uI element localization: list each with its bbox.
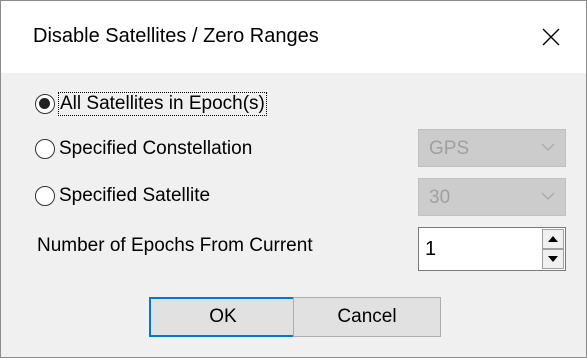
satellite-dropdown[interactable]: 30 — [418, 178, 566, 216]
constellation-dropdown-value: GPS — [429, 138, 470, 159]
title-bar: Disable Satellites / Zero Ranges — [1, 1, 586, 73]
spin-up-button[interactable] — [542, 229, 564, 249]
epochs-spinbox[interactable]: 1 — [418, 227, 566, 271]
radio-specified-satellite-button[interactable] — [35, 186, 55, 206]
dialog-title: Disable Satellites / Zero Ranges — [33, 25, 319, 47]
radio-specified-constellation-label: Specified Constellation — [59, 138, 253, 159]
radio-specified-satellite[interactable]: Specified Satellite — [35, 185, 210, 207]
ok-button[interactable]: OK — [149, 297, 297, 337]
radio-specified-satellite-label: Specified Satellite — [59, 185, 211, 206]
close-icon — [542, 28, 560, 46]
epochs-input[interactable]: 1 — [425, 238, 436, 261]
chevron-down-icon — [541, 192, 555, 200]
radio-all-satellites-label: All Satellites in Epoch(s) — [58, 92, 267, 116]
close-button[interactable] — [516, 1, 586, 73]
constellation-dropdown[interactable]: GPS — [418, 129, 566, 167]
radio-specified-constellation[interactable]: Specified Constellation — [35, 138, 252, 160]
radio-all-satellites-button[interactable] — [35, 94, 55, 114]
satellite-dropdown-value: 30 — [429, 187, 451, 208]
spin-down-icon — [548, 256, 558, 262]
dialog-window: Disable Satellites / Zero Ranges All Sat… — [0, 0, 587, 358]
radio-specified-constellation-button[interactable] — [35, 139, 55, 159]
cancel-button[interactable]: Cancel — [293, 297, 441, 337]
chevron-down-icon — [541, 143, 555, 151]
spin-up-icon — [548, 236, 558, 242]
radio-all-satellites[interactable]: All Satellites in Epoch(s) — [35, 92, 267, 116]
spin-down-button[interactable] — [542, 249, 564, 269]
epochs-spin-buttons — [542, 229, 564, 269]
epochs-label: Number of Epochs From Current — [37, 235, 313, 256]
